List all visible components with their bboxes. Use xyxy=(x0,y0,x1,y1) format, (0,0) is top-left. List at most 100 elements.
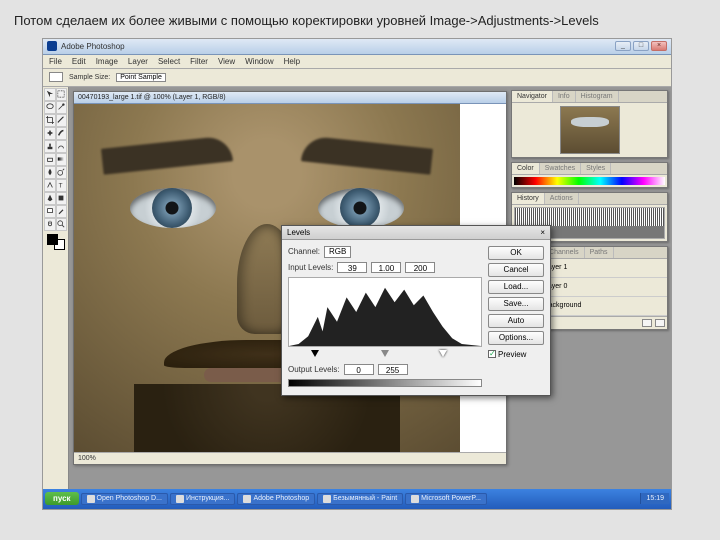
menu-select[interactable]: Select xyxy=(158,57,180,66)
svg-text:T: T xyxy=(59,182,63,189)
levels-input-gamma[interactable]: 1.00 xyxy=(371,262,401,273)
app-title: Adobe Photoshop xyxy=(61,42,125,51)
tab-swatches[interactable]: Swatches xyxy=(540,163,581,174)
task-icon xyxy=(176,495,184,503)
menu-view[interactable]: View xyxy=(218,57,235,66)
levels-auto-button[interactable]: Auto xyxy=(488,314,544,328)
system-tray-clock[interactable]: 15:19 xyxy=(640,493,669,504)
stamp-tool-icon[interactable] xyxy=(44,140,56,153)
tab-paths[interactable]: Paths xyxy=(585,247,614,258)
levels-input-sliders[interactable] xyxy=(288,350,482,358)
levels-input-label: Input Levels: xyxy=(288,263,333,272)
lasso-tool-icon[interactable] xyxy=(44,101,56,114)
toolbox: T xyxy=(43,87,69,491)
navigator-panel: Navigator Info Histogram xyxy=(511,90,668,158)
pen-tool-icon[interactable] xyxy=(44,192,56,205)
levels-ok-button[interactable]: OK xyxy=(488,246,544,260)
white-point-slider[interactable] xyxy=(439,350,447,357)
taskbar-item[interactable]: Open Photoshop D... xyxy=(81,493,168,505)
tab-info[interactable]: Info xyxy=(553,91,576,102)
eraser-tool-icon[interactable] xyxy=(44,153,56,166)
taskbar-item[interactable]: Microsoft PowerP... xyxy=(405,493,487,505)
levels-options-button[interactable]: Options... xyxy=(488,331,544,345)
slide-caption: Потом сделаем их более живыми с помощью … xyxy=(14,12,706,30)
levels-save-button[interactable]: Save... xyxy=(488,297,544,311)
taskbar: пуск Open Photoshop D... Инструкция... A… xyxy=(43,489,671,509)
options-bar: Sample Size: Point Sample xyxy=(43,69,671,87)
levels-output-white[interactable]: 255 xyxy=(378,364,408,375)
taskbar-item[interactable]: Adobe Photoshop xyxy=(237,493,315,505)
options-tool-swatch xyxy=(49,72,63,82)
options-sample-value[interactable]: Point Sample xyxy=(116,73,166,82)
menu-image[interactable]: Image xyxy=(96,57,118,66)
tab-color[interactable]: Color xyxy=(512,163,540,174)
taskbar-item-label: Microsoft PowerP... xyxy=(421,495,481,502)
new-layer-icon[interactable] xyxy=(642,319,652,327)
start-button[interactable]: пуск xyxy=(45,492,79,505)
levels-dialog[interactable]: Levels × Channel: RGB Input Levels: 39 1… xyxy=(281,225,551,396)
tab-history[interactable]: History xyxy=(512,193,545,204)
delete-layer-icon[interactable] xyxy=(655,319,665,327)
window-minimize-button[interactable]: _ xyxy=(615,41,631,51)
type-tool-icon[interactable]: T xyxy=(56,179,68,192)
levels-input-white[interactable]: 200 xyxy=(405,262,435,273)
levels-load-button[interactable]: Load... xyxy=(488,280,544,294)
task-icon xyxy=(323,495,331,503)
task-icon xyxy=(243,495,251,503)
path-tool-icon[interactable] xyxy=(44,179,56,192)
menu-help[interactable]: Help xyxy=(284,57,300,66)
shape-tool-icon[interactable] xyxy=(56,192,68,205)
tab-styles[interactable]: Styles xyxy=(581,163,611,174)
levels-input-black[interactable]: 39 xyxy=(337,262,367,273)
color-panel: Color Swatches Styles xyxy=(511,162,668,188)
black-point-slider[interactable] xyxy=(311,350,319,357)
window-close-button[interactable]: × xyxy=(651,41,667,51)
levels-output-black[interactable]: 0 xyxy=(344,364,374,375)
notes-tool-icon[interactable] xyxy=(44,205,56,218)
tab-actions[interactable]: Actions xyxy=(545,193,579,204)
levels-preview-checkbox[interactable] xyxy=(488,350,496,358)
heal-tool-icon[interactable] xyxy=(44,127,56,140)
gradient-tool-icon[interactable] xyxy=(56,153,68,166)
tab-navigator[interactable]: Navigator xyxy=(512,91,553,102)
screenshot-frame: Adobe Photoshop _ □ × File Edit Image La… xyxy=(42,38,672,510)
menu-edit[interactable]: Edit xyxy=(72,57,86,66)
taskbar-item[interactable]: Инструкция... xyxy=(170,493,236,505)
brush-tool-icon[interactable] xyxy=(56,127,68,140)
doc-zoom[interactable]: 100% xyxy=(78,455,96,462)
wand-tool-icon[interactable] xyxy=(56,101,68,114)
hand-tool-icon[interactable] xyxy=(44,218,56,231)
zoom-tool-icon[interactable] xyxy=(56,218,68,231)
eyedropper-tool-icon[interactable] xyxy=(56,205,68,218)
crop-tool-icon[interactable] xyxy=(44,114,56,127)
tab-histogram[interactable]: Histogram xyxy=(576,91,619,102)
app-titlebar: Adobe Photoshop _ □ × xyxy=(43,39,671,55)
levels-close-icon[interactable]: × xyxy=(540,228,545,237)
taskbar-item[interactable]: Безымянный - Paint xyxy=(317,493,403,505)
taskbar-item-label: Безымянный - Paint xyxy=(333,495,397,502)
levels-channel-select[interactable]: RGB xyxy=(324,246,351,258)
menu-file[interactable]: File xyxy=(49,57,62,66)
taskbar-item-label: Open Photoshop D... xyxy=(97,495,162,502)
levels-output-gradient[interactable] xyxy=(288,379,482,387)
task-icon xyxy=(87,495,95,503)
menu-layer[interactable]: Layer xyxy=(128,57,148,66)
color-swatches[interactable] xyxy=(44,231,67,253)
menu-window[interactable]: Window xyxy=(245,57,273,66)
menu-filter[interactable]: Filter xyxy=(190,57,208,66)
move-tool-icon[interactable] xyxy=(44,88,56,101)
document-statusbar: 100% xyxy=(74,452,506,464)
slice-tool-icon[interactable] xyxy=(56,114,68,127)
levels-preview-label: Preview xyxy=(498,350,526,359)
dodge-tool-icon[interactable] xyxy=(56,166,68,179)
window-maximize-button[interactable]: □ xyxy=(633,41,649,51)
levels-cancel-button[interactable]: Cancel xyxy=(488,263,544,277)
history-brush-tool-icon[interactable] xyxy=(56,140,68,153)
gamma-slider[interactable] xyxy=(381,350,389,357)
blur-tool-icon[interactable] xyxy=(44,166,56,179)
marquee-tool-icon[interactable] xyxy=(56,88,68,101)
navigator-thumbnail[interactable] xyxy=(560,106,620,154)
color-ramp[interactable] xyxy=(514,177,665,185)
levels-histogram xyxy=(288,277,482,347)
fg-color-swatch[interactable] xyxy=(47,234,58,245)
